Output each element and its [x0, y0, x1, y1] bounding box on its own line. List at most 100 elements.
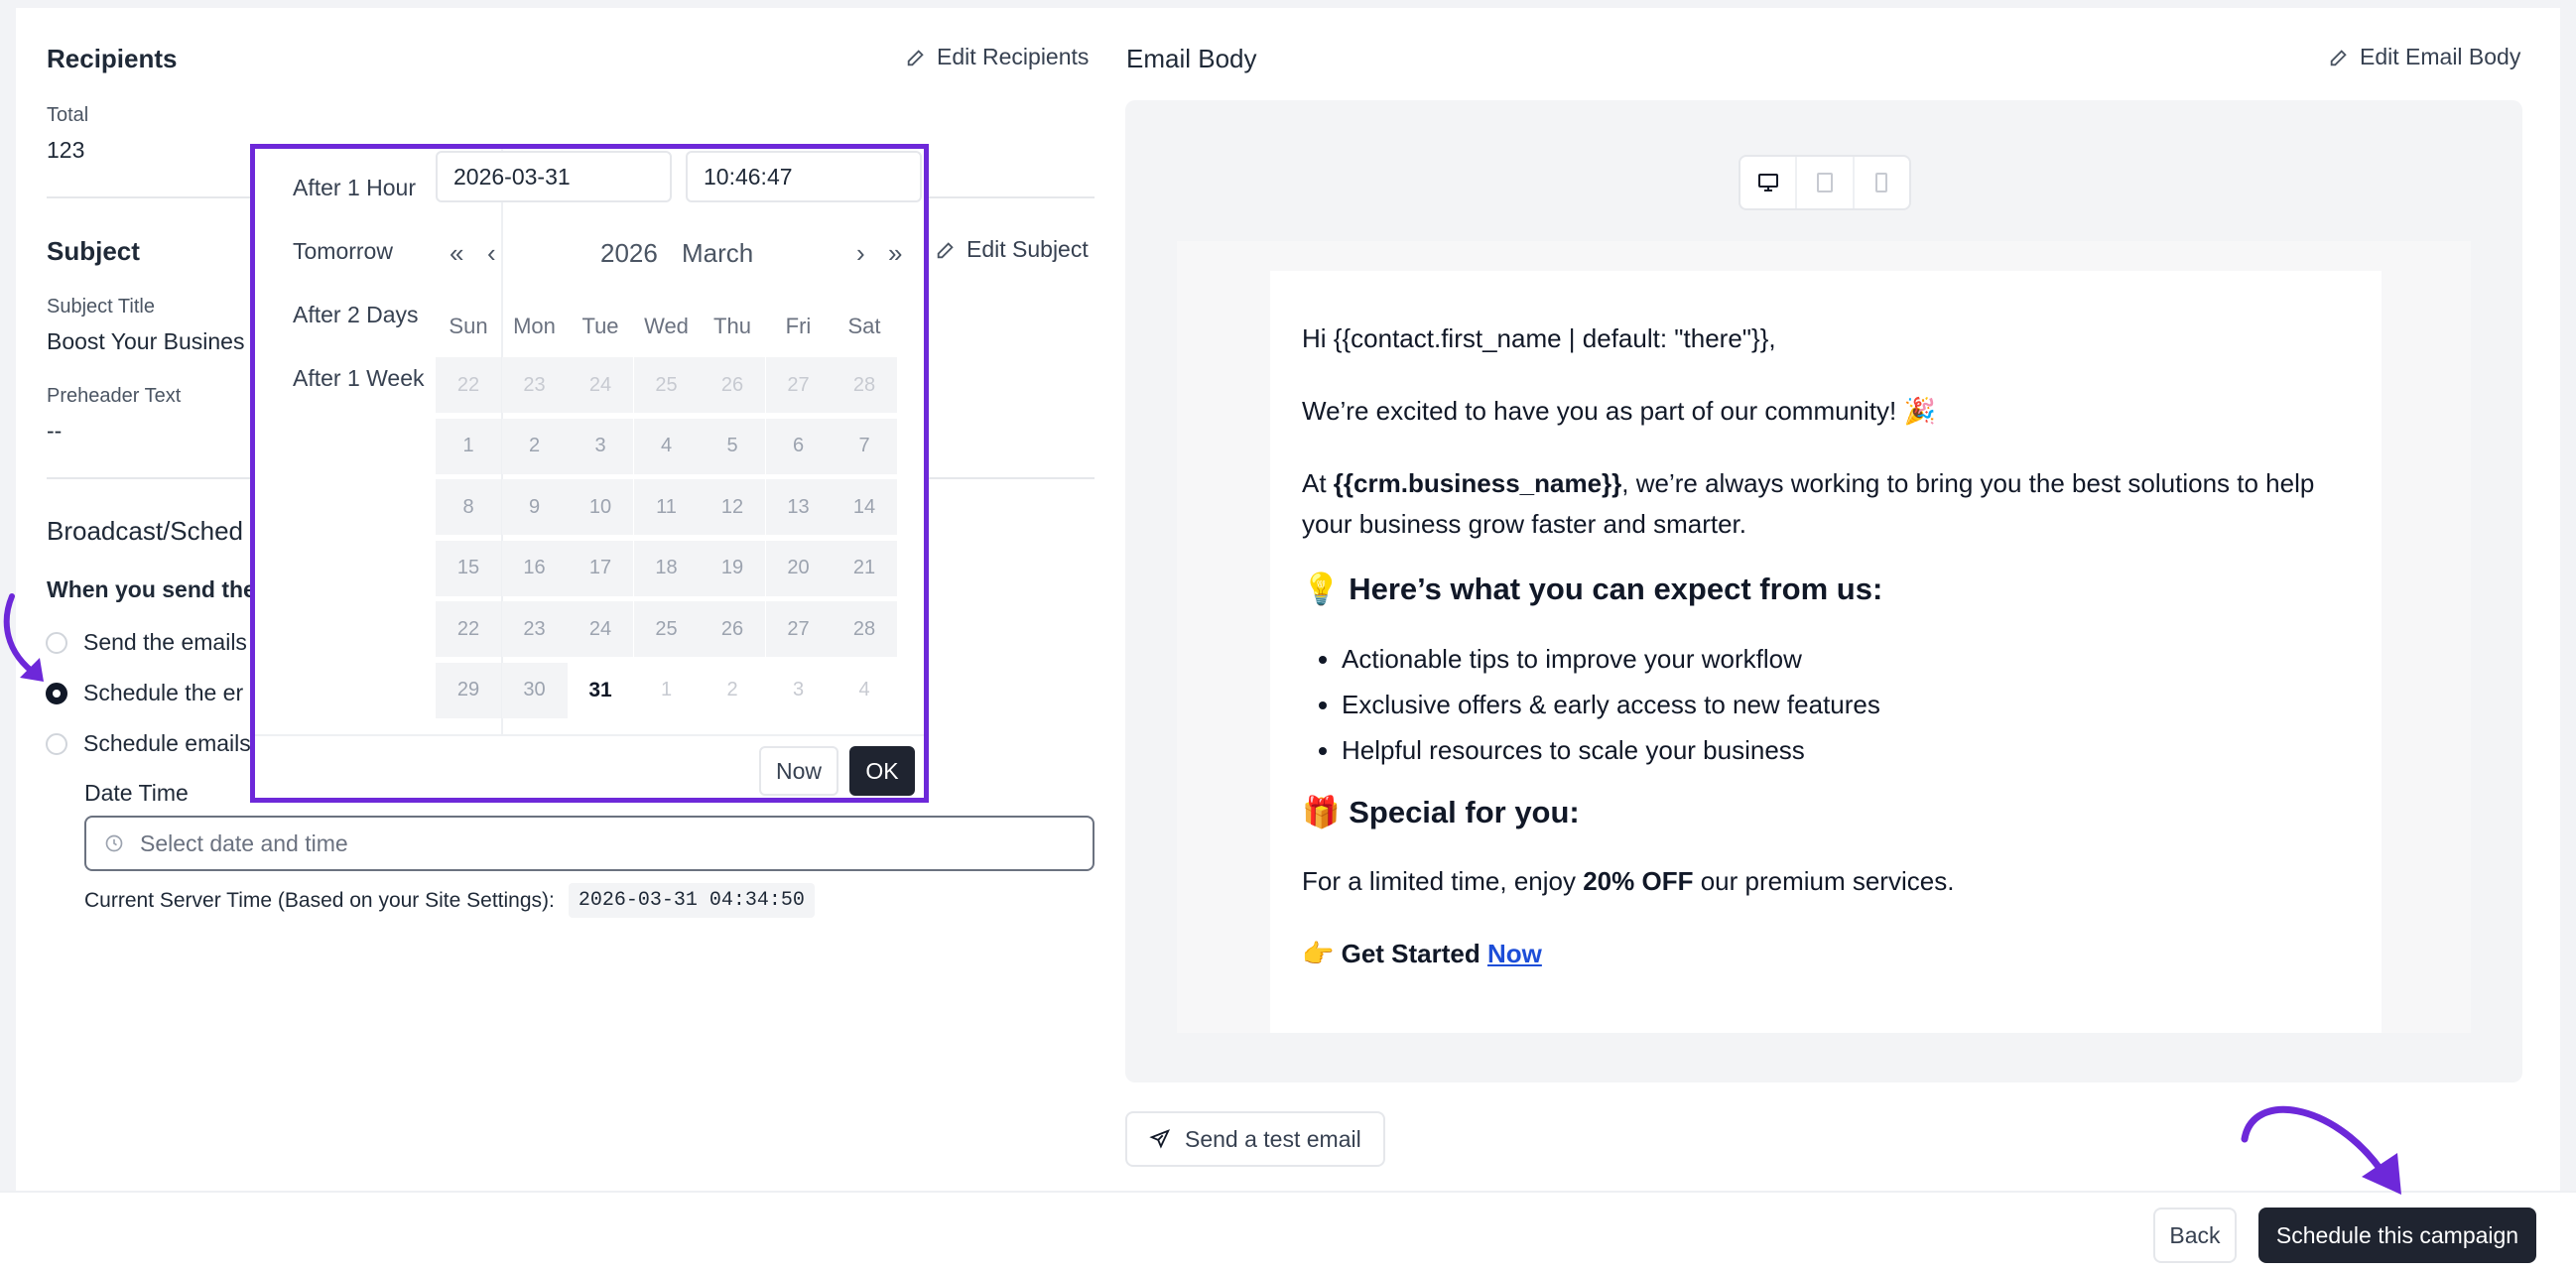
next-year-button[interactable]: »	[888, 238, 902, 269]
preheader-label: Preheader Text	[47, 385, 182, 407]
list-item: Helpful resources to scale your business	[1342, 727, 1880, 773]
calendar-day[interactable]: 8	[436, 479, 501, 535]
calendar-day[interactable]: 9	[501, 479, 568, 535]
calendar-day[interactable]: 6	[765, 418, 832, 474]
calendar-day[interactable]: 22	[436, 601, 501, 657]
weekday-header: Sun	[449, 314, 488, 338]
radio-schedule-time[interactable]: Schedule the er	[46, 680, 243, 706]
calendar-day[interactable]: 13	[765, 479, 832, 535]
calendar-day[interactable]: 22	[436, 357, 501, 413]
offer-suffix: our premium services.	[1693, 866, 1955, 896]
pencil-icon	[2330, 49, 2347, 65]
prev-year-button[interactable]: «	[450, 238, 463, 269]
email-body-heading: Email Body	[1126, 44, 1257, 73]
calendar-day[interactable]: 1	[633, 662, 700, 718]
calendar-day[interactable]: 25	[633, 357, 700, 413]
calendar-day[interactable]: 18	[633, 540, 700, 596]
pencil-icon	[907, 49, 924, 65]
calendar-day[interactable]: 3	[765, 662, 832, 718]
edit-email-body-button[interactable]: Edit Email Body	[2328, 44, 2520, 70]
calendar-day[interactable]: 2	[700, 662, 765, 718]
calendar-day-today[interactable]: 31	[568, 662, 633, 718]
calendar-day[interactable]: 23	[501, 601, 568, 657]
calendar-day[interactable]: 5	[700, 418, 765, 474]
send-icon	[1149, 1129, 1171, 1149]
expect-heading: 💡 Here’s what you can expect from us:	[1302, 572, 1883, 606]
mobile-view-button[interactable]	[1855, 157, 1909, 208]
edit-recipients-button[interactable]: Edit Recipients	[905, 44, 1089, 70]
weekday-header: Fri	[785, 314, 812, 338]
calendar-day[interactable]: 11	[633, 479, 700, 535]
offer-line: For a limited time, enjoy 20% OFF our pr…	[1302, 861, 2354, 902]
calendar-day[interactable]: 3	[568, 418, 633, 474]
cta-line: 👉 Get Started Now	[1302, 934, 2354, 974]
business-prefix: At	[1302, 468, 1334, 498]
shortcut-after-1-week[interactable]: After 1 Week	[293, 365, 425, 392]
calendar-day[interactable]: 1	[436, 418, 501, 474]
calendar-day[interactable]: 10	[568, 479, 633, 535]
calendar-day[interactable]: 29	[436, 662, 501, 718]
prev-month-button[interactable]: ‹	[487, 238, 496, 269]
calendar-day[interactable]: 4	[832, 662, 897, 718]
shortcut-tomorrow[interactable]: Tomorrow	[293, 238, 393, 265]
edit-recipients-label: Edit Recipients	[937, 44, 1090, 69]
radio-label: Schedule the er	[83, 680, 244, 705]
calendar-day[interactable]: 30	[501, 662, 568, 718]
schedule-campaign-button[interactable]: Schedule this campaign	[2258, 1208, 2536, 1263]
edit-subject-button[interactable]: Edit Subject	[935, 236, 1089, 263]
datetime-label: Date Time	[84, 780, 189, 806]
calendar-day[interactable]: 23	[501, 357, 568, 413]
calendar-day[interactable]: 14	[832, 479, 897, 535]
radio-label: Schedule emails	[83, 730, 251, 756]
datetime-input[interactable]	[138, 828, 1035, 858]
send-test-email-button[interactable]: Send a test email	[1125, 1111, 1385, 1167]
calendar-day[interactable]: 2	[501, 418, 568, 474]
edit-subject-label: Edit Subject	[966, 236, 1089, 262]
calendar-day[interactable]: 26	[700, 601, 765, 657]
cta-now-link[interactable]: Now	[1487, 939, 1542, 968]
next-month-button[interactable]: ›	[856, 238, 865, 269]
calendar-month[interactable]: March	[682, 238, 753, 269]
calendar-day[interactable]: 15	[436, 540, 501, 596]
tablet-view-button[interactable]	[1797, 157, 1855, 208]
calendar-day[interactable]: 25	[633, 601, 700, 657]
calendar-day[interactable]: 17	[568, 540, 633, 596]
calendar-day[interactable]: 24	[568, 357, 633, 413]
radio-send-now[interactable]: Send the emails	[46, 629, 247, 656]
radio-schedule-emails[interactable]: Schedule emails	[46, 730, 251, 757]
calendar-day[interactable]: 19	[700, 540, 765, 596]
pencil-icon	[937, 241, 954, 258]
calendar-day[interactable]: 16	[501, 540, 568, 596]
send-timing-question: When you send the	[47, 576, 256, 602]
picker-now-button[interactable]: Now	[759, 746, 838, 796]
calendar-day[interactable]: 27	[765, 601, 832, 657]
calendar-day[interactable]: 27	[765, 357, 832, 413]
shortcut-after-2-days[interactable]: After 2 Days	[293, 302, 419, 328]
subject-title-value: Boost Your Busines	[47, 328, 245, 354]
total-value: 123	[47, 137, 85, 163]
total-label: Total	[47, 104, 89, 126]
calendar-day[interactable]: 26	[700, 357, 765, 413]
radio-label: Send the emails	[83, 629, 247, 655]
business-paragraph: At {{crm.business_name}}, we’re always w…	[1302, 463, 2354, 545]
calendar-day[interactable]: 12	[700, 479, 765, 535]
calendar-day[interactable]: 28	[832, 601, 897, 657]
picker-time-input[interactable]: 10:46:47	[686, 151, 922, 202]
calendar-day[interactable]: 7	[832, 418, 897, 474]
radio-circle[interactable]	[46, 732, 67, 755]
calendar-day[interactable]: 21	[832, 540, 897, 596]
desktop-view-button[interactable]	[1740, 157, 1798, 208]
calendar-day[interactable]: 28	[832, 357, 897, 413]
picker-ok-button[interactable]: OK	[849, 746, 915, 796]
back-button[interactable]: Back	[2153, 1208, 2237, 1263]
shortcut-after-1-hour[interactable]: After 1 Hour	[293, 175, 416, 201]
greeting-line: Hi {{contact.first_name | default: "ther…	[1302, 323, 1776, 353]
datetime-field[interactable]	[84, 816, 1095, 871]
clock-icon	[105, 834, 123, 852]
picker-date-input[interactable]: 2026-03-31	[436, 151, 672, 202]
calendar-day[interactable]: 4	[633, 418, 700, 474]
calendar-day[interactable]: 20	[765, 540, 832, 596]
calendar-year[interactable]: 2026	[600, 238, 658, 269]
calendar-day[interactable]: 24	[568, 601, 633, 657]
picker-footer-divider	[255, 734, 924, 736]
